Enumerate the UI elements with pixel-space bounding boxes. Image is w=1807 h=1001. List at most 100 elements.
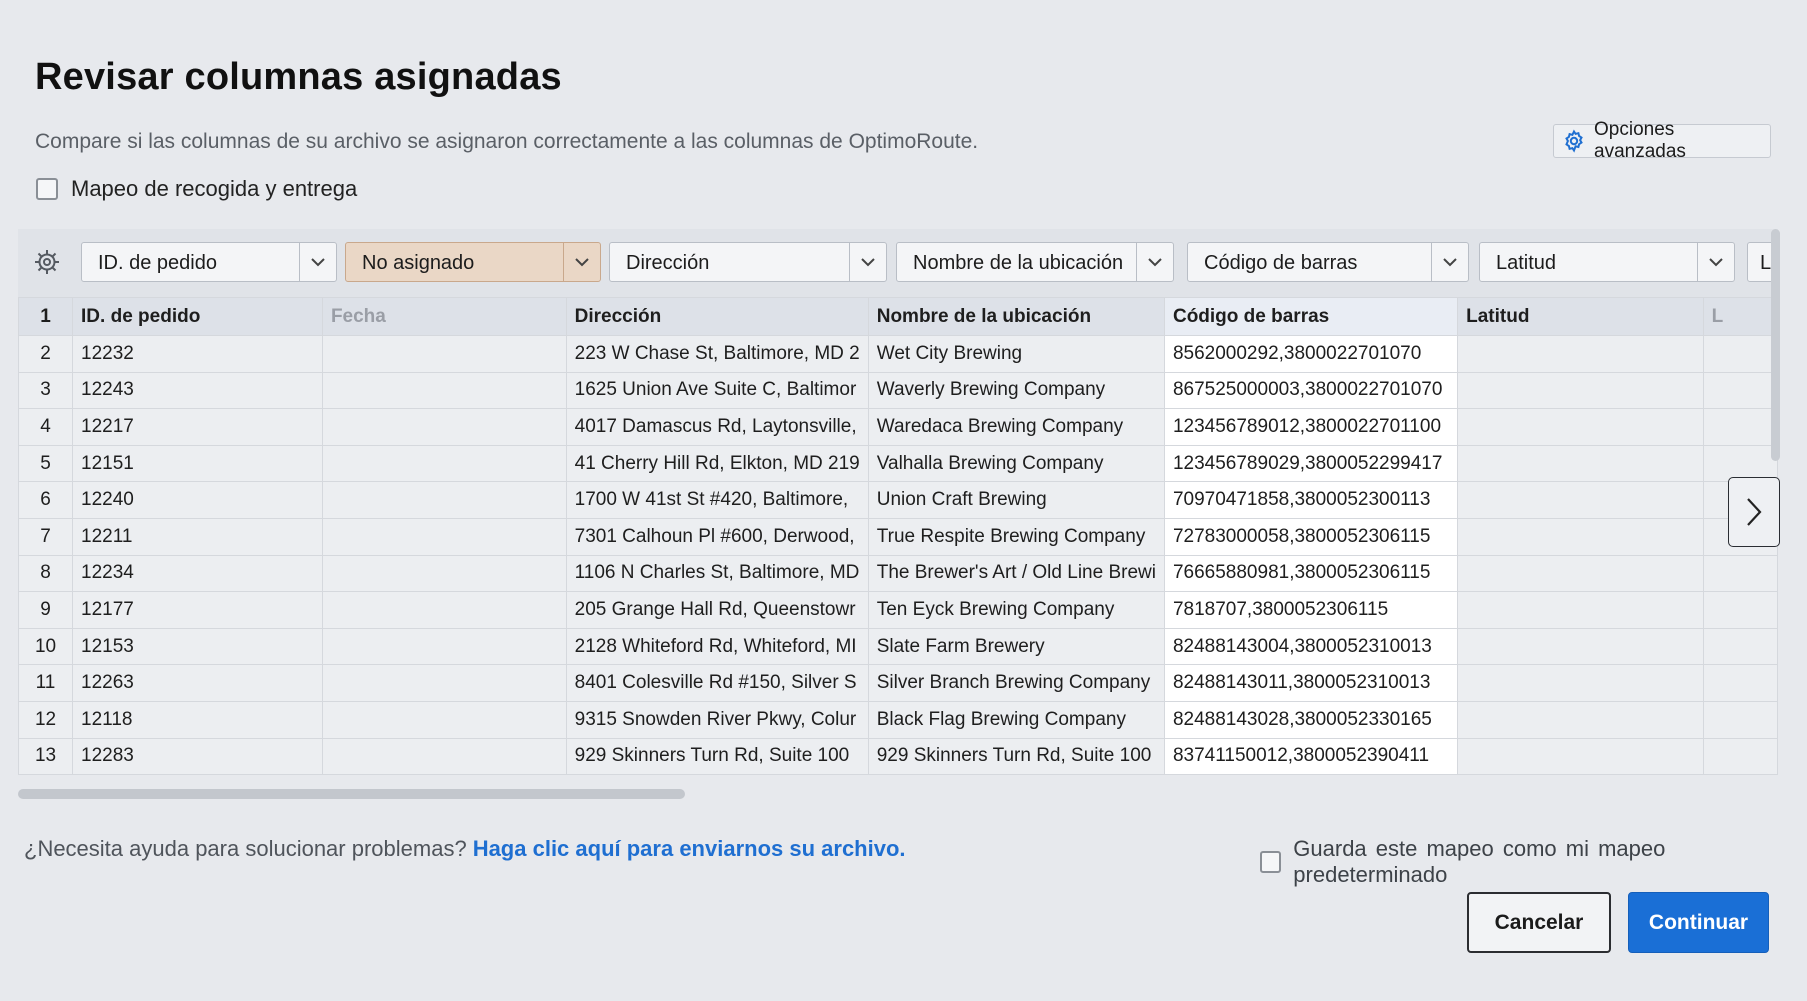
mapping-select-unassigned[interactable]: No asignado xyxy=(345,242,601,282)
table-cell: 12151 xyxy=(72,444,323,483)
table-cell: Wet City Brewing xyxy=(867,335,1165,373)
table-cell: 83741150012,3800052390411 xyxy=(1163,737,1459,776)
horizontal-scrollbar[interactable] xyxy=(18,789,685,799)
chevron-down-icon xyxy=(1431,243,1468,281)
table-cell xyxy=(321,554,567,593)
row-number: 4 xyxy=(18,408,74,446)
row-number: 13 xyxy=(18,737,74,776)
pickup-delivery-option[interactable]: Mapeo de recogida y entrega xyxy=(36,176,357,202)
pickup-delivery-label: Mapeo de recogida y entrega xyxy=(71,176,358,201)
table-cell: 205 Grange Hall Rd, Queenstowr xyxy=(565,591,869,629)
mapping-select-barcode[interactable]: Código de barras xyxy=(1187,242,1469,282)
table-cell xyxy=(1457,737,1704,776)
table-row: 2 12232 223 W Chase St, Baltimore, MD 2 Wet… xyxy=(18,335,1778,373)
row-number: 11 xyxy=(18,664,74,702)
table-row: 5 12151 41 Cherry Hill Rd, Elkton, MD 219 V… xyxy=(18,444,1778,483)
table-cell: 82488143004,3800052310013 xyxy=(1163,627,1459,666)
mapping-select-location-name[interactable]: Nombre de la ubicación xyxy=(896,242,1174,282)
table-cell xyxy=(321,737,567,776)
table-cell xyxy=(1457,408,1704,446)
table-cell: 8562000292,3800022701070 xyxy=(1163,335,1459,373)
table-cell: 929 Skinners Turn Rd, Suite 100 xyxy=(565,737,869,776)
table-cell: 7301 Calhoun Pl #600, Derwood, xyxy=(565,517,869,556)
help-text: ¿Necesita ayuda para solucionar problema… xyxy=(24,836,467,861)
table-row: 6 12240 1700 W 41st St #420, Baltimore, Un… xyxy=(18,481,1778,519)
gear-icon xyxy=(1565,129,1583,153)
table-cell xyxy=(1457,627,1704,666)
table-cell xyxy=(321,627,567,666)
chevron-down-icon xyxy=(1136,243,1173,281)
next-columns-button[interactable] xyxy=(1728,477,1780,547)
cancel-button[interactable]: Cancelar xyxy=(1467,892,1611,953)
vertical-scrollbar[interactable] xyxy=(1771,229,1780,461)
mapping-select-label: Código de barras xyxy=(1204,252,1358,274)
table-cell xyxy=(1457,335,1704,373)
mapping-select-latitude[interactable]: Latitud xyxy=(1479,242,1735,282)
table-cell: 4017 Damascus Rd, Laytonsville, xyxy=(565,408,869,446)
column-settings-icon[interactable] xyxy=(32,247,62,277)
continue-button[interactable]: Continuar xyxy=(1628,892,1769,953)
table-cell: Waredaca Brewing Company xyxy=(867,408,1165,446)
table-cell xyxy=(1457,664,1704,702)
save-default-option[interactable]: Guarda este mapeo como mi mapeo predeter… xyxy=(1260,836,1807,888)
row-number: 2 xyxy=(18,335,74,373)
pickup-delivery-checkbox[interactable] xyxy=(36,178,58,200)
table-cell xyxy=(1702,591,1778,629)
table-cell xyxy=(1457,554,1704,593)
table-cell: The Brewer's Art / Old Line Brewi xyxy=(867,554,1165,593)
table-cell: 12211 xyxy=(72,517,323,556)
table-row: 11 12263 8401 Colesville Rd #150, Silver S… xyxy=(18,664,1778,702)
table-cell xyxy=(321,335,567,373)
mapping-select-order-id[interactable]: ID. de pedido xyxy=(81,242,337,282)
table-cell xyxy=(1702,737,1778,776)
table-cell: 82488143011,3800052310013 xyxy=(1163,664,1459,702)
table-row: 3 12243 1625 Union Ave Suite C, Baltimor Wa… xyxy=(18,371,1778,410)
mapping-select-label: L xyxy=(1760,252,1772,274)
row-number: 10 xyxy=(18,627,74,666)
column-mapping-grid: ID. de pedido No asignado Dirección Nomb… xyxy=(18,229,1778,804)
save-default-checkbox[interactable] xyxy=(1260,851,1282,873)
table-cell: 1625 Union Ave Suite C, Baltimor xyxy=(565,371,869,410)
table-cell xyxy=(1457,700,1704,739)
table-body: 2 12232 223 W Chase St, Baltimore, MD 2 Wet… xyxy=(18,335,1778,776)
chevron-right-icon xyxy=(1747,498,1762,526)
table-cell: Slate Farm Brewery xyxy=(867,627,1165,666)
table-cell: Union Craft Brewing xyxy=(867,481,1165,519)
preview-table: 1 ID. de pedido Fecha Dirección Nombre d… xyxy=(18,297,1778,776)
table-cell: 72783000058,3800052306115 xyxy=(1163,517,1459,556)
table-row: 12 12118 9315 Snowden River Pkwy, Colur Bla… xyxy=(18,700,1778,739)
mapping-select-label: Latitud xyxy=(1496,252,1557,274)
table-cell xyxy=(321,700,567,739)
mapping-select-label: No asignado xyxy=(362,252,475,274)
table-cell: Waverly Brewing Company xyxy=(867,371,1165,410)
table-cell: 82488143028,3800052330165 xyxy=(1163,700,1459,739)
table-cell: 223 W Chase St, Baltimore, MD 2 xyxy=(565,335,869,373)
chevron-down-icon xyxy=(299,243,336,281)
send-file-link[interactable]: Haga clic aquí para enviarnos su archivo… xyxy=(473,836,906,861)
table-cell: 12153 xyxy=(72,627,323,666)
page-title: Revisar columnas asignadas xyxy=(35,56,562,98)
column-header: L xyxy=(1702,297,1778,336)
chevron-down-icon xyxy=(563,243,600,281)
help-section: ¿Necesita ayuda para solucionar problema… xyxy=(24,836,906,862)
table-cell: 70970471858,3800052300113 xyxy=(1163,481,1459,519)
table-cell xyxy=(1457,481,1704,519)
row-number: 6 xyxy=(18,481,74,519)
table-cell: 12118 xyxy=(72,700,323,739)
mapping-select-address[interactable]: Dirección xyxy=(609,242,887,282)
advanced-options-button[interactable]: Opciones avanzadas xyxy=(1553,119,1771,162)
column-header: Código de barras xyxy=(1163,297,1459,336)
chevron-down-icon xyxy=(849,243,886,281)
table-cell xyxy=(1702,371,1778,410)
save-default-label: Guarda este mapeo como mi mapeo predeter… xyxy=(1293,836,1666,887)
table-row: 7 12211 7301 Calhoun Pl #600, Derwood, True… xyxy=(18,517,1778,556)
table-cell: Ten Eyck Brewing Company xyxy=(867,591,1165,629)
row-number: 9 xyxy=(18,591,74,629)
table-header-row: 1 ID. de pedido Fecha Dirección Nombre d… xyxy=(18,297,1778,336)
table-cell: Silver Branch Brewing Company xyxy=(867,664,1165,702)
table-cell xyxy=(321,444,567,483)
table-cell: 123456789029,3800052299417 xyxy=(1163,444,1459,483)
chevron-down-icon xyxy=(1697,243,1734,281)
table-cell xyxy=(1702,664,1778,702)
table-cell xyxy=(321,517,567,556)
